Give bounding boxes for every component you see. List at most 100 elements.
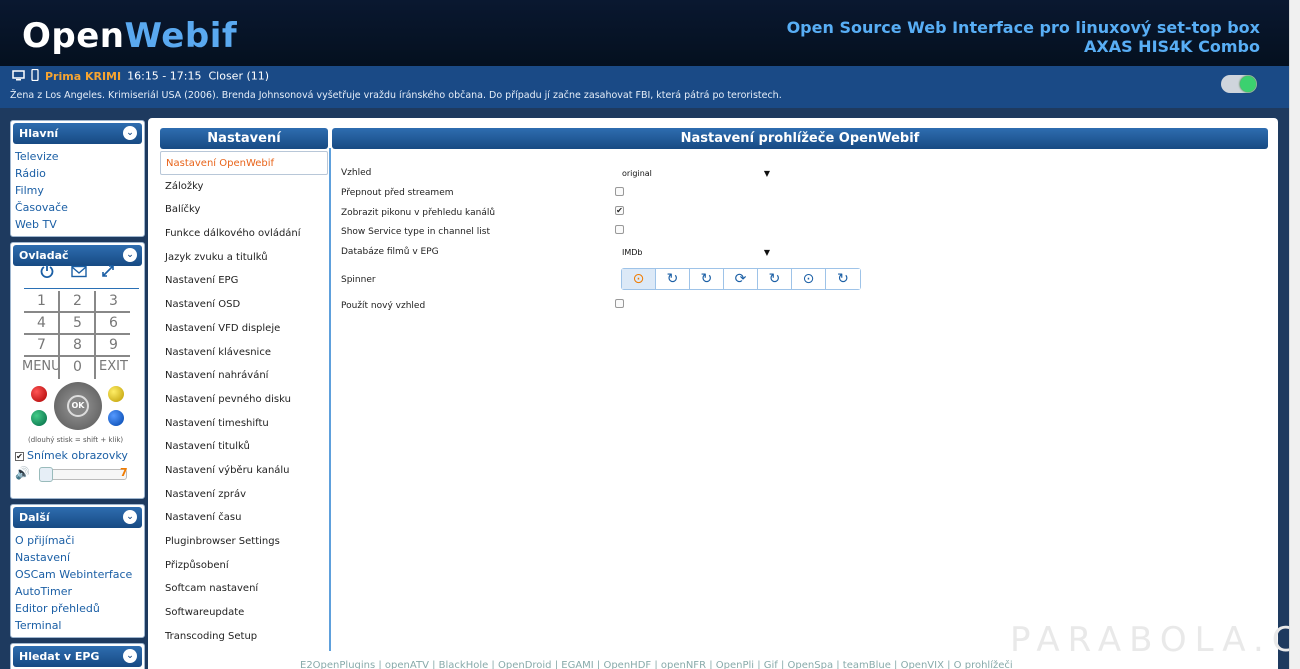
settings-menu-item[interactable]: Transcoding Setup [160, 625, 328, 649]
settings-menu-item[interactable]: Záložky [160, 175, 328, 199]
theme-toggle[interactable] [1221, 75, 1257, 93]
channel-name[interactable]: Prima KRIMI [45, 70, 121, 83]
fullscreen-icon[interactable] [101, 264, 115, 282]
movie-db-select[interactable]: IMDb ▼ [622, 248, 770, 257]
settings-menu-item[interactable]: Nastavení titulků [160, 435, 328, 459]
skin-select[interactable]: original ▼ [622, 169, 770, 178]
snapshot-option[interactable]: ✔ Snímek obrazovky [15, 449, 128, 462]
speaker-icon[interactable]: 🔊 [15, 466, 33, 480]
ok-button[interactable]: OK [67, 395, 89, 417]
settings-menu-item[interactable]: Nastavení timeshiftu [160, 412, 328, 436]
footer-links[interactable]: E2OpenPlugins | openATV | BlackHole | Op… [300, 660, 1160, 669]
settings-menu-item[interactable]: Jazyk zvuku a titulků [160, 246, 328, 270]
spinner-option-1-icon[interactable]: ⊙ [622, 269, 656, 289]
spinner-option-4-icon[interactable]: ⟳ [724, 269, 758, 289]
settings-menu-item[interactable]: Přizpůsobení [160, 554, 328, 578]
settings-menu-item[interactable]: Softcam nastavení [160, 577, 328, 601]
volume-slider-handle[interactable] [39, 467, 53, 482]
key-6[interactable]: 6 [96, 312, 131, 334]
red-button[interactable] [31, 386, 47, 402]
settings-menu-item[interactable]: Softwareupdate [160, 601, 328, 625]
tagline: Open Source Web Interface pro linuxový s… [787, 18, 1260, 56]
page-scrollbar[interactable] [1289, 0, 1300, 669]
skin-select-value: original [622, 169, 652, 178]
settings-menu-item[interactable]: Nastavení OSD [160, 293, 328, 317]
settings-menu-item[interactable]: Nastavení času [160, 506, 328, 530]
logo[interactable]: OpenWebif [22, 16, 237, 56]
switch-before-stream-checkbox[interactable] [615, 187, 624, 196]
settings-menu-item[interactable]: Nastavení EPG [160, 269, 328, 293]
key-grid-line [24, 311, 130, 313]
panel-remote-header[interactable]: Ovladač ⌄ [13, 245, 142, 266]
new-look-checkbox[interactable] [615, 299, 624, 308]
show-picon-checkbox[interactable]: ✔ [615, 206, 624, 215]
settings-menu-item[interactable]: Pluginbrowser Settings [160, 530, 328, 554]
content-title: Nastavení prohlížeče OpenWebif [332, 128, 1268, 149]
spinner-option-3-icon[interactable]: ↻ [690, 269, 724, 289]
tv-icon[interactable] [12, 69, 25, 84]
panel-epg-header[interactable]: Hledat v EPG ⌄ [13, 646, 142, 667]
key-2[interactable]: 2 [60, 290, 95, 312]
key-menu[interactable]: MENU [22, 356, 61, 378]
dpad[interactable]: OK [54, 382, 102, 430]
settings-menu-item[interactable]: Nastavení zpráv [160, 483, 328, 507]
blue-button[interactable] [108, 410, 124, 426]
key-1[interactable]: 1 [24, 290, 59, 312]
key-0[interactable]: 0 [60, 356, 95, 378]
header: OpenWebif Open Source Web Interface pro … [0, 0, 1300, 66]
sidebar-item-timers[interactable]: Časovače [15, 199, 140, 216]
green-button[interactable] [31, 410, 47, 426]
dropdown-arrow-icon: ▼ [763, 169, 770, 178]
settings-menu-item[interactable]: Nastavení nahrávání [160, 364, 328, 388]
tagline-model: AXAS HIS4K Combo [1083, 37, 1260, 56]
sidebar-item-movies[interactable]: Filmy [15, 182, 140, 199]
phone-icon[interactable] [31, 68, 39, 84]
settings-menu-item[interactable]: Funkce dálkového ovládání [160, 222, 328, 246]
sidebar-item-oscam[interactable]: OSCam Webinterface [15, 566, 140, 583]
panel-epg-title: Hledat v EPG [19, 650, 100, 663]
settings-menu-title: Nastavení [160, 128, 328, 149]
now-playing-line: Prima KRIMI 16:15 - 17:15 Closer (11) [12, 68, 269, 84]
volume-control: 🔊 7 [15, 466, 135, 482]
spinner-option-2-icon[interactable]: ↻ [656, 269, 690, 289]
sidebar-item-tv[interactable]: Televize [15, 148, 140, 165]
settings-menu-item[interactable]: Balíčky [160, 198, 328, 222]
spinner-option-6-icon[interactable]: ⊙ [792, 269, 826, 289]
settings-menu-item[interactable]: Nastavení OpenWebif [160, 151, 328, 175]
panel-main-header[interactable]: Hlavní ⌄ [13, 123, 142, 144]
chevron-down-icon[interactable]: ⌄ [123, 510, 137, 524]
settings-menu-item[interactable]: Nastavení VFD displeje [160, 317, 328, 341]
panel-other-header[interactable]: Další ⌄ [13, 507, 142, 528]
spinner-option-5-icon[interactable]: ↻ [758, 269, 792, 289]
chevron-down-icon[interactable]: ⌄ [123, 248, 137, 262]
show-service-type-checkbox[interactable] [615, 225, 624, 234]
sidebar-item-bouquet-editor[interactable]: Editor přehledů [15, 600, 140, 617]
panel-other-title: Další [19, 511, 50, 524]
sidebar-item-terminal[interactable]: Terminal [15, 617, 140, 634]
now-playing-bar: Prima KRIMI 16:15 - 17:15 Closer (11) Žen… [0, 66, 1300, 108]
snapshot-checkbox[interactable]: ✔ [15, 452, 24, 461]
spinner-option-7-icon[interactable]: ↻ [826, 269, 860, 289]
sidebar-item-webtv[interactable]: Web TV [15, 216, 140, 233]
key-grid-line [24, 355, 130, 357]
yellow-button[interactable] [108, 386, 124, 402]
power-icon[interactable] [40, 264, 54, 282]
chevron-down-icon[interactable]: ⌄ [123, 126, 137, 140]
sidebar-item-about[interactable]: O přijímači [15, 532, 140, 549]
settings-menu-item[interactable]: Nastavení pevného disku [160, 388, 328, 412]
key-5[interactable]: 5 [60, 312, 95, 334]
sidebar-item-autotimer[interactable]: AutoTimer [15, 583, 140, 600]
key-exit[interactable]: EXIT [96, 356, 131, 378]
settings-menu-item[interactable]: Nastavení výběru kanálu [160, 459, 328, 483]
key-4[interactable]: 4 [24, 312, 59, 334]
dropdown-arrow-icon: ▼ [763, 248, 770, 257]
sidebar-item-radio[interactable]: Rádio [15, 165, 140, 182]
sidebar-item-settings[interactable]: Nastavení [15, 549, 140, 566]
mail-icon[interactable] [71, 264, 87, 282]
chevron-down-icon[interactable]: ⌄ [123, 649, 137, 663]
settings-menu-item[interactable]: Nastavení klávesnice [160, 341, 328, 365]
key-3[interactable]: 3 [96, 290, 131, 312]
key-7[interactable]: 7 [24, 334, 59, 356]
key-8[interactable]: 8 [60, 334, 95, 356]
key-9[interactable]: 9 [96, 334, 131, 356]
